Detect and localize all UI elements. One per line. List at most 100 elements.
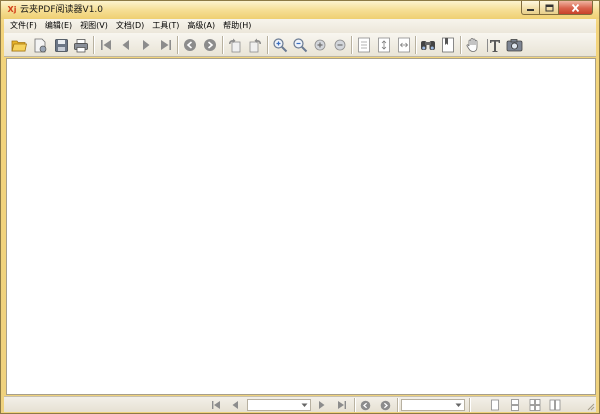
- hand-tool-button[interactable]: [464, 36, 482, 54]
- print-button[interactable]: [72, 36, 90, 54]
- status-go-forward-button[interactable]: [378, 398, 392, 412]
- previous-page-button[interactable]: [117, 36, 135, 54]
- next-page-button[interactable]: [137, 36, 155, 54]
- status-separator: [469, 398, 470, 412]
- go-forward-button[interactable]: [201, 36, 219, 54]
- maximize-button[interactable]: [540, 1, 559, 15]
- open-button[interactable]: [10, 36, 28, 54]
- properties-button[interactable]: [31, 36, 49, 54]
- menu-edit[interactable]: 编辑(E): [41, 19, 76, 33]
- chevron-down-icon: [301, 403, 307, 407]
- minimize-button[interactable]: [521, 1, 540, 15]
- toolbar-separator: [222, 36, 223, 54]
- actual-size-button[interactable]: [355, 36, 373, 54]
- app-window: Xj 云夹PDF阅读器V1.0 文件(F) 编辑(E) 视图(V) 文档(D) …: [0, 0, 600, 414]
- previous-page-icon: [122, 40, 129, 50]
- go-back-icon: [360, 400, 370, 410]
- menu-advanced[interactable]: 高级(A): [183, 19, 219, 33]
- menu-tools[interactable]: 工具(T): [148, 19, 183, 33]
- toolbar-separator: [460, 36, 461, 54]
- zoom-out-icon: [293, 38, 308, 53]
- zoom-level-combo[interactable]: [401, 399, 465, 411]
- save-icon: [54, 38, 68, 52]
- main-toolbar: [4, 33, 596, 57]
- open-folder-icon: [11, 40, 27, 52]
- print-icon: [74, 38, 88, 52]
- toolbar-separator: [93, 36, 94, 54]
- rotate-left-icon: [229, 38, 241, 52]
- continuous-page-button[interactable]: [508, 398, 522, 412]
- go-back-button[interactable]: [181, 36, 199, 54]
- first-page-icon: [101, 40, 111, 50]
- first-page-icon: [212, 401, 220, 409]
- find-icon: [421, 41, 435, 50]
- fit-width-button[interactable]: [395, 36, 413, 54]
- zoom-in-button[interactable]: [271, 36, 289, 54]
- rotate-right-button[interactable]: [246, 36, 264, 54]
- status-last-page-button[interactable]: [335, 398, 349, 412]
- status-bar: [4, 396, 596, 412]
- resize-grip-icon[interactable]: [586, 402, 595, 411]
- status-separator: [354, 398, 355, 412]
- app-logo-icon: Xj: [7, 5, 17, 14]
- status-next-page-button[interactable]: [315, 398, 329, 412]
- close-icon: [571, 3, 580, 12]
- menu-document[interactable]: 文档(D): [112, 19, 148, 33]
- close-button[interactable]: [559, 1, 593, 15]
- go-forward-icon: [380, 400, 390, 410]
- rotate-left-button[interactable]: [226, 36, 244, 54]
- menu-bar: 文件(F) 编辑(E) 视图(V) 文档(D) 工具(T) 高级(A) 帮助(H…: [4, 19, 596, 33]
- text-select-button[interactable]: [485, 36, 503, 54]
- snapshot-button[interactable]: [505, 36, 523, 54]
- menu-help[interactable]: 帮助(H): [219, 19, 255, 33]
- fit-page-icon: [378, 37, 390, 53]
- menu-file[interactable]: 文件(F): [4, 19, 41, 33]
- single-page-button[interactable]: [488, 398, 502, 412]
- zoom-in-small-icon: [314, 39, 326, 51]
- zoom-dropdown-arrow[interactable]: [453, 401, 463, 409]
- go-forward-icon: [204, 39, 216, 51]
- rotate-right-icon: [249, 38, 261, 52]
- first-page-button[interactable]: [97, 36, 115, 54]
- bookmark-page-icon: [442, 37, 454, 53]
- next-page-icon: [319, 401, 325, 409]
- title-bar[interactable]: Xj 云夹PDF阅读器V1.0: [1, 1, 599, 19]
- continuous-facing-button[interactable]: [528, 398, 542, 412]
- toolbar-separator: [177, 36, 178, 54]
- toolbar-separator: [351, 36, 352, 54]
- zoom-out-small-icon: [334, 39, 346, 51]
- window-title: 云夹PDF阅读器V1.0: [20, 5, 104, 15]
- toolbar-separator: [267, 36, 268, 54]
- zoom-out-step-button[interactable]: [331, 36, 349, 54]
- maximize-icon: [545, 4, 553, 11]
- status-previous-page-button[interactable]: [228, 398, 242, 412]
- continuous-facing-icon: [529, 399, 541, 411]
- zoom-out-button[interactable]: [291, 36, 309, 54]
- status-separator: [397, 398, 398, 412]
- status-go-back-button[interactable]: [358, 398, 372, 412]
- save-button[interactable]: [52, 36, 70, 54]
- fit-page-button[interactable]: [375, 36, 393, 54]
- zoom-in-step-button[interactable]: [311, 36, 329, 54]
- minimize-icon: [527, 8, 534, 11]
- status-first-page-button[interactable]: [209, 398, 223, 412]
- facing-page-button[interactable]: [548, 398, 562, 412]
- page-number-combo[interactable]: [247, 399, 311, 411]
- snapshot-icon: [506, 39, 522, 52]
- continuous-page-icon: [511, 399, 519, 411]
- page-dropdown-arrow[interactable]: [299, 401, 309, 409]
- hand-tool-icon: [466, 38, 478, 52]
- last-page-icon: [161, 40, 171, 50]
- chevron-down-icon: [455, 403, 461, 407]
- caption-buttons: [521, 1, 593, 16]
- menu-view[interactable]: 视图(V): [76, 19, 112, 33]
- fit-width-icon: [398, 37, 410, 53]
- go-back-icon: [184, 39, 196, 51]
- previous-page-icon: [232, 401, 238, 409]
- last-page-button[interactable]: [157, 36, 175, 54]
- document-view[interactable]: [6, 58, 596, 395]
- bookmark-button[interactable]: [439, 36, 457, 54]
- actual-size-icon: [358, 37, 370, 53]
- toolbar-separator: [415, 36, 416, 54]
- find-button[interactable]: [419, 36, 437, 54]
